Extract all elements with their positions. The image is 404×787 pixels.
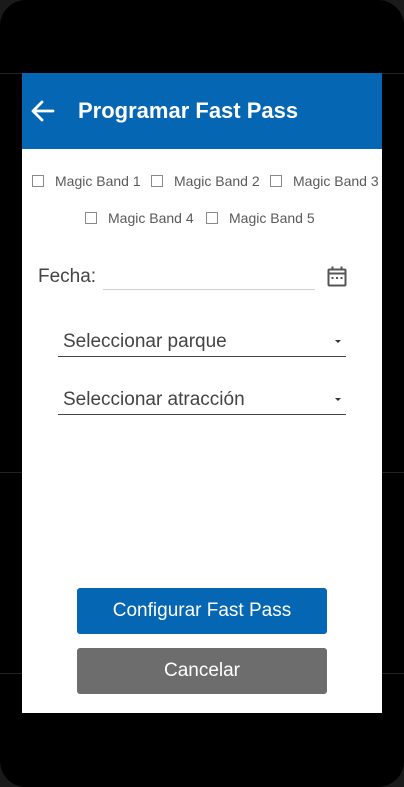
magic-band-3-checkbox[interactable]: Magic Band 3 xyxy=(270,173,379,189)
date-input[interactable] xyxy=(103,265,315,290)
checkbox-label: Magic Band 4 xyxy=(108,210,194,226)
frame-divider xyxy=(0,472,22,473)
checkbox-box[interactable] xyxy=(270,175,282,187)
configure-fast-pass-button[interactable]: Configurar Fast Pass xyxy=(77,588,327,634)
magic-band-4-checkbox[interactable]: Magic Band 4 xyxy=(85,210,194,226)
frame-divider xyxy=(382,472,404,473)
arrow-left-icon[interactable] xyxy=(29,97,57,125)
checkbox-box[interactable] xyxy=(151,175,163,187)
checkbox-box[interactable] xyxy=(32,175,44,187)
frame-divider xyxy=(382,673,404,674)
calendar-icon[interactable] xyxy=(327,266,347,287)
checkbox-label: Magic Band 3 xyxy=(293,173,379,189)
checkbox-label: Magic Band 5 xyxy=(229,210,315,226)
cancel-button[interactable]: Cancelar xyxy=(77,648,327,694)
attraction-select-value: Seleccionar atracción xyxy=(63,389,245,410)
frame-divider xyxy=(0,73,22,74)
magic-band-2-checkbox[interactable]: Magic Band 2 xyxy=(151,173,260,189)
app-screen: Programar Fast Pass Magic Band 1 Magic B… xyxy=(22,73,382,713)
frame-divider xyxy=(0,673,22,674)
park-select-value: Seleccionar parque xyxy=(63,331,227,352)
chevron-down-icon xyxy=(335,398,341,401)
chevron-down-icon xyxy=(335,340,341,343)
checkbox-box[interactable] xyxy=(206,212,218,224)
park-select[interactable]: Seleccionar parque xyxy=(58,326,346,357)
date-label: Fecha: xyxy=(38,266,97,287)
checkbox-label: Magic Band 1 xyxy=(55,173,141,189)
attraction-select[interactable]: Seleccionar atracción xyxy=(58,384,346,415)
checkbox-box[interactable] xyxy=(85,212,97,224)
frame-divider xyxy=(382,73,404,74)
page-title: Programar Fast Pass xyxy=(78,98,299,123)
checkbox-label: Magic Band 2 xyxy=(174,173,260,189)
app-bar: Programar Fast Pass xyxy=(22,73,382,149)
magic-band-5-checkbox[interactable]: Magic Band 5 xyxy=(206,210,315,226)
magic-band-1-checkbox[interactable]: Magic Band 1 xyxy=(32,173,141,189)
device-frame: Programar Fast Pass Magic Band 1 Magic B… xyxy=(0,0,404,787)
